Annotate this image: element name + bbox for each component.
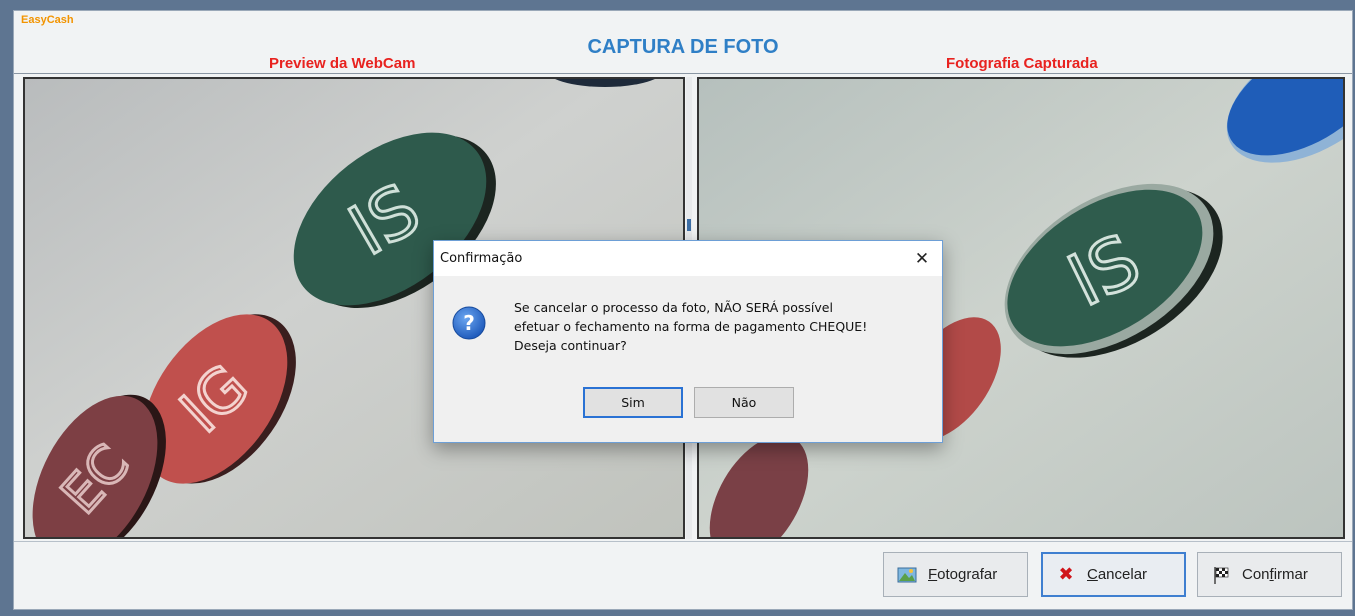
- dialog-message: Se cancelar o processo da foto, NÃO SERÁ…: [514, 300, 868, 353]
- no-button[interactable]: Não: [694, 387, 794, 418]
- splitter-grip[interactable]: [687, 219, 691, 231]
- question-icon: ?: [452, 306, 486, 340]
- page-title: CAPTURA DE FOTO: [587, 36, 779, 58]
- confirmation-dialog: Confirmação ✕ ? Se cancelar o processo d…: [433, 240, 943, 443]
- cancel-button[interactable]: ✖ Cancelar: [1041, 552, 1186, 597]
- yes-button[interactable]: Sim: [583, 387, 683, 418]
- photograph-label: Fotografar: [928, 566, 998, 583]
- camera-photo-icon: [896, 564, 918, 586]
- photograph-button[interactable]: Fotografar: [883, 552, 1028, 597]
- svg-text:?: ?: [463, 311, 475, 335]
- dialog-title: Confirmação: [440, 251, 523, 266]
- footer-divider: [14, 541, 1352, 542]
- red-x-icon: ✖: [1058, 564, 1074, 585]
- close-icon[interactable]: ✕: [902, 249, 942, 269]
- header-divider: [14, 73, 1352, 74]
- captured-label: Fotografia Capturada: [946, 55, 1098, 72]
- confirm-button[interactable]: Confirmar: [1197, 552, 1342, 597]
- confirm-label: Confirmar: [1242, 566, 1308, 583]
- preview-label: Preview da WebCam: [269, 55, 416, 72]
- app-brand: EasyCash: [21, 14, 74, 26]
- checkered-flag-icon: [1210, 564, 1232, 586]
- cancel-label: Cancelar: [1087, 566, 1148, 583]
- dialog-titlebar[interactable]: Confirmação ✕: [434, 241, 942, 276]
